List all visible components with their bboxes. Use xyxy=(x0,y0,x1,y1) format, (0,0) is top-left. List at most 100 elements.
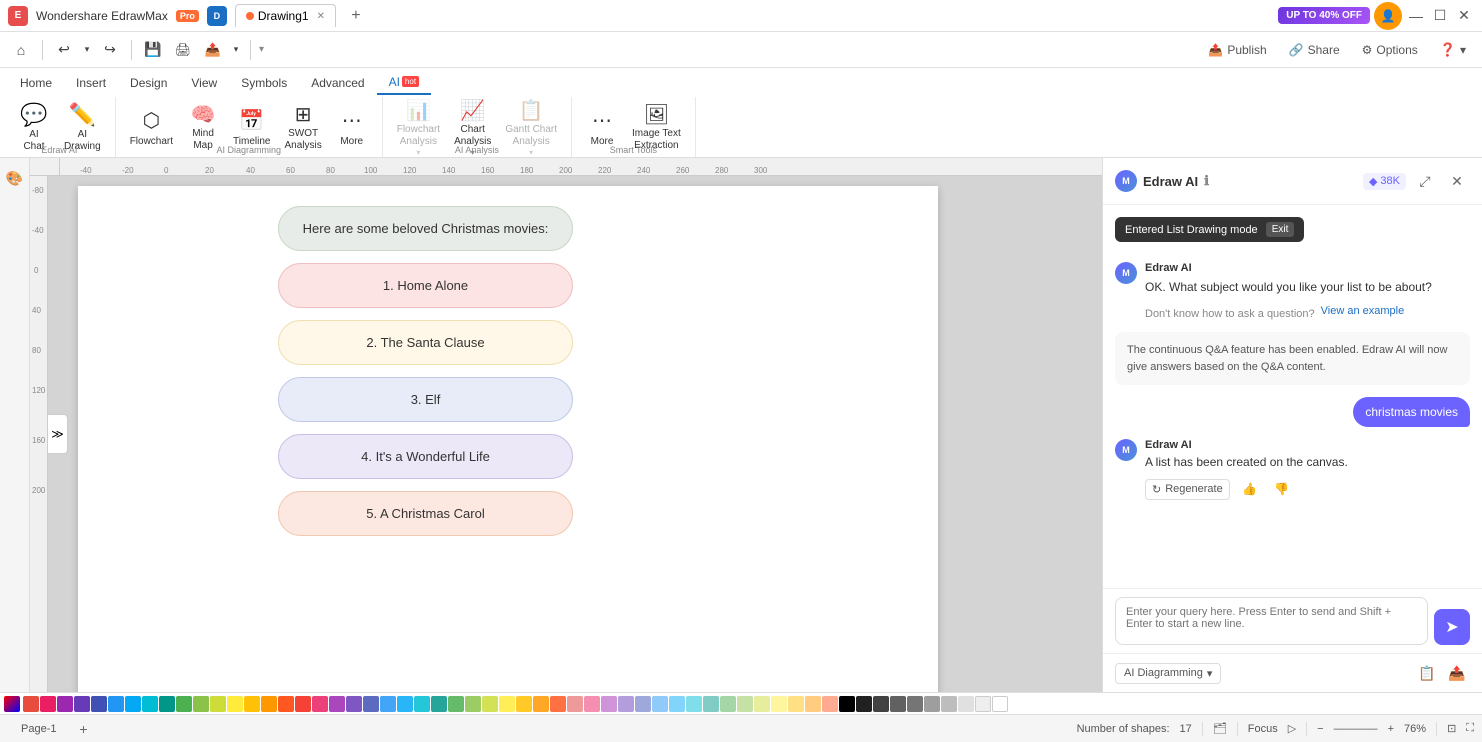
list-title-card[interactable]: Here are some beloved Christmas movies: xyxy=(278,206,573,251)
tab-close[interactable]: ✕ xyxy=(317,11,325,22)
ai-mode-selector[interactable]: AI Diagramming ▾ xyxy=(1115,663,1221,684)
color-swatch[interactable] xyxy=(414,696,430,712)
color-swatch[interactable] xyxy=(516,696,532,712)
ai-panel-expand-btn[interactable]: ⤢ xyxy=(1412,168,1438,194)
color-swatch[interactable] xyxy=(550,696,566,712)
color-swatch[interactable] xyxy=(652,696,668,712)
current-tab[interactable]: Drawing1 ✕ xyxy=(235,4,336,27)
ai-footer-icon-1[interactable]: 📋 xyxy=(1414,660,1440,686)
color-swatch[interactable] xyxy=(74,696,90,712)
color-swatch[interactable] xyxy=(346,696,362,712)
color-swatch[interactable] xyxy=(125,696,141,712)
color-swatch[interactable] xyxy=(23,696,39,712)
list-item-1[interactable]: 1. Home Alone xyxy=(278,263,573,308)
color-swatch[interactable] xyxy=(159,696,175,712)
color-swatch[interactable] xyxy=(924,696,940,712)
color-swatch[interactable] xyxy=(788,696,804,712)
tab-ai[interactable]: AI hot xyxy=(377,71,431,95)
color-swatch[interactable] xyxy=(992,696,1008,712)
color-swatch[interactable] xyxy=(380,696,396,712)
regenerate-btn[interactable]: ↻ Regenerate xyxy=(1145,479,1230,500)
color-swatch[interactable] xyxy=(244,696,260,712)
tab-design[interactable]: Design xyxy=(118,72,179,94)
ai-footer-icon-2[interactable]: 📤 xyxy=(1444,660,1470,686)
color-swatch[interactable] xyxy=(363,696,379,712)
help-btn[interactable]: ❓ ▾ xyxy=(1432,38,1474,62)
ai-info-icon[interactable]: ℹ xyxy=(1204,173,1209,189)
color-swatch[interactable] xyxy=(176,696,192,712)
color-swatch[interactable] xyxy=(805,696,821,712)
color-swatch[interactable] xyxy=(261,696,277,712)
color-swatch[interactable] xyxy=(771,696,787,712)
color-swatch[interactable] xyxy=(907,696,923,712)
color-swatch[interactable] xyxy=(108,696,124,712)
color-swatch[interactable] xyxy=(91,696,107,712)
color-swatch[interactable] xyxy=(584,696,600,712)
list-item-5[interactable]: 5. A Christmas Carol xyxy=(278,491,573,536)
color-swatch[interactable] xyxy=(57,696,73,712)
share-btn[interactable]: 🔗 Share xyxy=(1281,39,1348,61)
color-swatch[interactable] xyxy=(601,696,617,712)
page-tab-1[interactable]: Page-1 xyxy=(8,719,69,738)
more-diag-btn[interactable]: ⋯ More xyxy=(330,101,374,153)
color-swatch[interactable] xyxy=(669,696,685,712)
fullscreen-btn[interactable]: ⛶ xyxy=(1466,722,1474,735)
tab-symbols[interactable]: Symbols xyxy=(229,72,299,94)
layers-btn[interactable]: 🗂 xyxy=(1213,722,1227,735)
home-btn[interactable]: ⌂ xyxy=(8,37,34,63)
color-swatch[interactable] xyxy=(839,696,855,712)
toolbar-more[interactable]: ▾ xyxy=(259,44,264,55)
user-avatar[interactable]: 👤 xyxy=(1374,2,1402,30)
ai-input-field[interactable] xyxy=(1115,597,1428,645)
gantt-analysis-btn[interactable]: 📋 Gantt ChartAnalysis ▾ xyxy=(499,101,563,153)
color-swatch[interactable] xyxy=(210,696,226,712)
color-swatch[interactable] xyxy=(227,696,243,712)
zoom-slider[interactable]: ———— xyxy=(1334,723,1378,735)
undo-arrow-btn[interactable]: ▾ xyxy=(81,37,93,63)
zoom-in-btn[interactable]: + xyxy=(1388,723,1394,735)
color-swatch[interactable] xyxy=(754,696,770,712)
color-swatch[interactable] xyxy=(856,696,872,712)
thumbs-up-btn[interactable]: 👍 xyxy=(1238,477,1262,501)
color-swatch[interactable] xyxy=(499,696,515,712)
list-item-4[interactable]: 4. It's a Wonderful Life xyxy=(278,434,573,479)
color-swatch[interactable] xyxy=(958,696,974,712)
color-swatch[interactable] xyxy=(873,696,889,712)
color-swatch[interactable] xyxy=(193,696,209,712)
flowchart-btn[interactable]: ⬡ Flowchart xyxy=(124,101,179,153)
promo-badge[interactable]: UP TO 40% OFF xyxy=(1278,7,1370,24)
print-btn[interactable]: 🖨 xyxy=(170,37,196,63)
tab-view[interactable]: View xyxy=(179,72,229,94)
color-swatch[interactable] xyxy=(618,696,634,712)
send-btn[interactable]: ➤ xyxy=(1434,609,1470,645)
options-btn[interactable]: ⚙ Options xyxy=(1354,39,1426,61)
export-arrow-btn[interactable]: ▾ xyxy=(230,37,242,63)
color-swatch[interactable] xyxy=(567,696,583,712)
new-tab-btn[interactable]: + xyxy=(344,4,368,28)
color-swatch[interactable] xyxy=(703,696,719,712)
export-btn[interactable]: 📤 xyxy=(200,37,226,63)
color-swatch[interactable] xyxy=(312,696,328,712)
color-swatch[interactable] xyxy=(737,696,753,712)
color-swatch[interactable] xyxy=(329,696,345,712)
color-swatch[interactable] xyxy=(720,696,736,712)
color-swatch[interactable] xyxy=(465,696,481,712)
canvas[interactable]: ≫ Here are some beloved Christmas movies… xyxy=(48,176,1102,692)
tab-home[interactable]: Home xyxy=(8,72,64,94)
color-swatch[interactable] xyxy=(822,696,838,712)
collapse-toggle-btn[interactable]: ≫ xyxy=(48,414,68,454)
color-swatch[interactable] xyxy=(448,696,464,712)
color-swatch[interactable] xyxy=(40,696,56,712)
publish-btn[interactable]: 📤 Publish xyxy=(1200,39,1274,61)
color-picker-btn[interactable]: 🎨 xyxy=(3,166,27,190)
color-swatch[interactable] xyxy=(975,696,991,712)
fit-screen-btn[interactable]: ⊡ xyxy=(1447,722,1456,735)
minimize-btn[interactable]: — xyxy=(1406,6,1426,26)
tab-advanced[interactable]: Advanced xyxy=(299,72,376,94)
color-swatch[interactable] xyxy=(533,696,549,712)
color-swatch[interactable] xyxy=(686,696,702,712)
close-btn[interactable]: ✕ xyxy=(1454,6,1474,26)
exit-btn[interactable]: Exit xyxy=(1266,222,1295,237)
list-item-3[interactable]: 3. Elf xyxy=(278,377,573,422)
save-btn[interactable]: 💾 xyxy=(140,37,166,63)
